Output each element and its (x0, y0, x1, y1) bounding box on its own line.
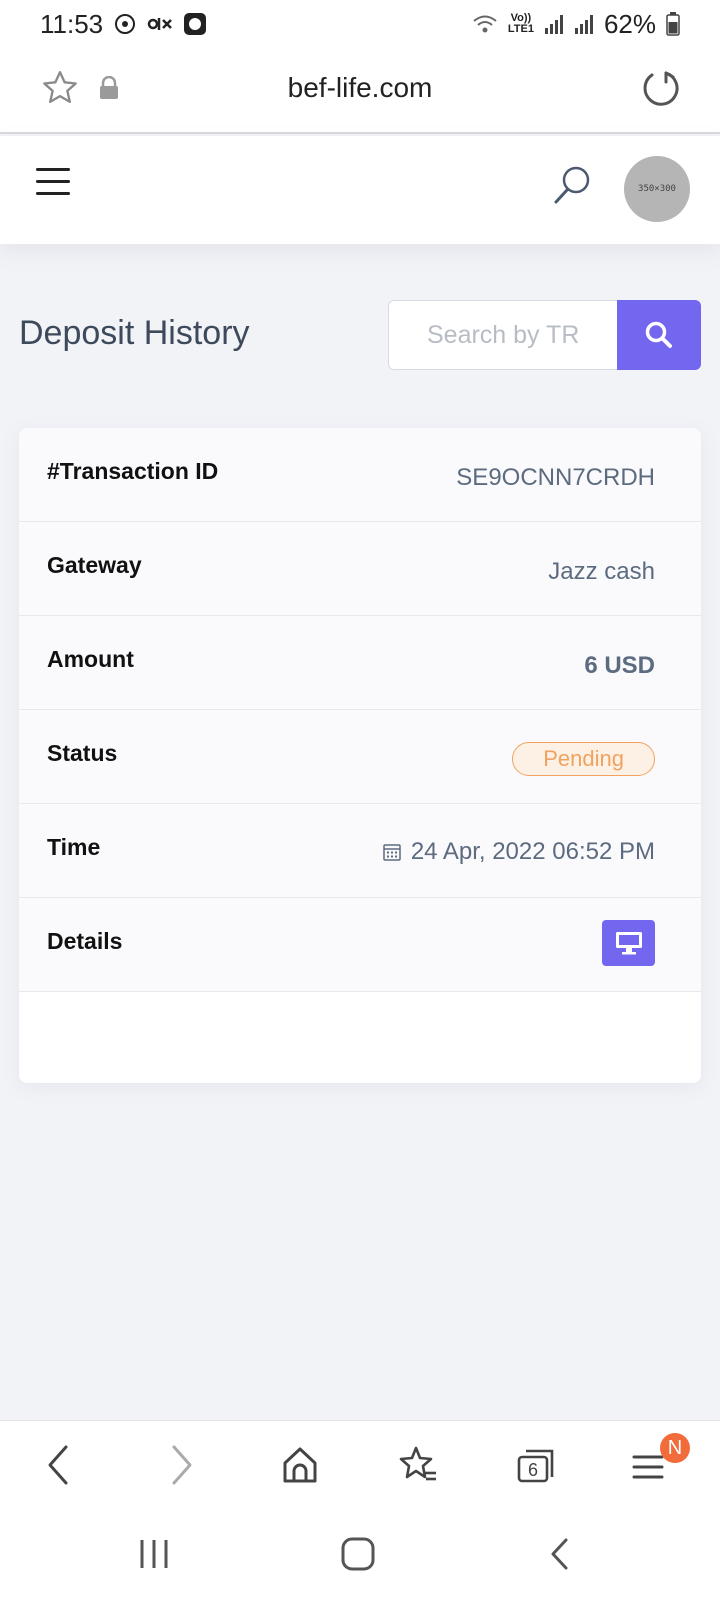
hamburger-menu-icon[interactable] (36, 168, 70, 196)
search-input[interactable] (388, 300, 617, 370)
time-label: Time (47, 834, 101, 860)
status-time: 11:53 (40, 8, 104, 39)
system-back-icon[interactable] (548, 1536, 572, 1577)
time-text: 24 Apr, 2022 06:52 PM (410, 838, 655, 865)
reload-icon[interactable] (640, 68, 680, 113)
status-bar: 11:53 Vo)) LTE1 62% (0, 0, 720, 48)
search-button-icon (645, 321, 672, 348)
tabs-icon[interactable]: 6 (514, 1443, 558, 1492)
page-title: Deposit History (19, 314, 250, 352)
recent-apps-icon[interactable] (138, 1536, 170, 1577)
url-text[interactable]: bef-life.com (0, 72, 720, 104)
tabs-count: 6 (528, 1460, 538, 1480)
app-notification-icon (183, 12, 207, 36)
row-time: Time 24 Apr, 2022 06:52 PM (19, 804, 701, 898)
browser-toolbar: 6 N (0, 1420, 720, 1510)
transaction-id-value: SE9OCNN7CRDH (456, 464, 655, 491)
status-badge: Pending (512, 742, 655, 776)
details-label: Details (47, 928, 123, 954)
search-button[interactable] (617, 300, 701, 370)
site-header: 350×300 (0, 136, 720, 244)
calendar-icon (383, 844, 401, 861)
system-nav-bar (0, 1510, 720, 1600)
bookmarks-icon[interactable] (398, 1443, 440, 1492)
sync-icon (113, 12, 137, 36)
amount-value: 6 USD (584, 652, 655, 679)
row-transaction-id: #Transaction ID SE9OCNN7CRDH (19, 428, 701, 522)
amount-label: Amount (47, 646, 134, 672)
menu-notification-badge: N (660, 1433, 690, 1463)
transaction-card: #Transaction ID SE9OCNN7CRDH Gateway Jaz… (19, 428, 701, 1083)
forward-icon[interactable] (168, 1443, 196, 1492)
back-icon[interactable] (44, 1443, 72, 1492)
search-form (388, 300, 701, 370)
status-label: Status (47, 740, 118, 766)
signal-icon (544, 13, 564, 35)
transaction-id-label: #Transaction ID (47, 458, 219, 484)
monitor-icon (615, 932, 642, 955)
search-icon[interactable] (552, 164, 592, 213)
home-icon[interactable] (280, 1443, 320, 1492)
avatar[interactable]: 350×300 (624, 156, 690, 222)
gateway-label: Gateway (47, 552, 142, 578)
home-button-icon[interactable] (340, 1536, 376, 1577)
row-gateway: Gateway Jazz cash (19, 522, 701, 616)
row-status: Status Pending (19, 710, 701, 804)
row-amount: Amount 6 USD (19, 616, 701, 710)
network-type-label: Vo)) LTE1 (507, 12, 534, 35)
gateway-value: Jazz cash (548, 558, 655, 585)
time-value: 24 Apr, 2022 06:52 PM (383, 838, 655, 866)
battery-icon (666, 12, 680, 36)
row-details: Details (19, 898, 701, 992)
details-button[interactable] (602, 920, 655, 966)
browser-url-bar: bef-life.com (0, 48, 720, 134)
wifi-icon (472, 13, 498, 35)
olx-icon (147, 14, 173, 34)
battery-percent: 62% (603, 8, 656, 39)
signal-icon-2 (574, 13, 594, 35)
